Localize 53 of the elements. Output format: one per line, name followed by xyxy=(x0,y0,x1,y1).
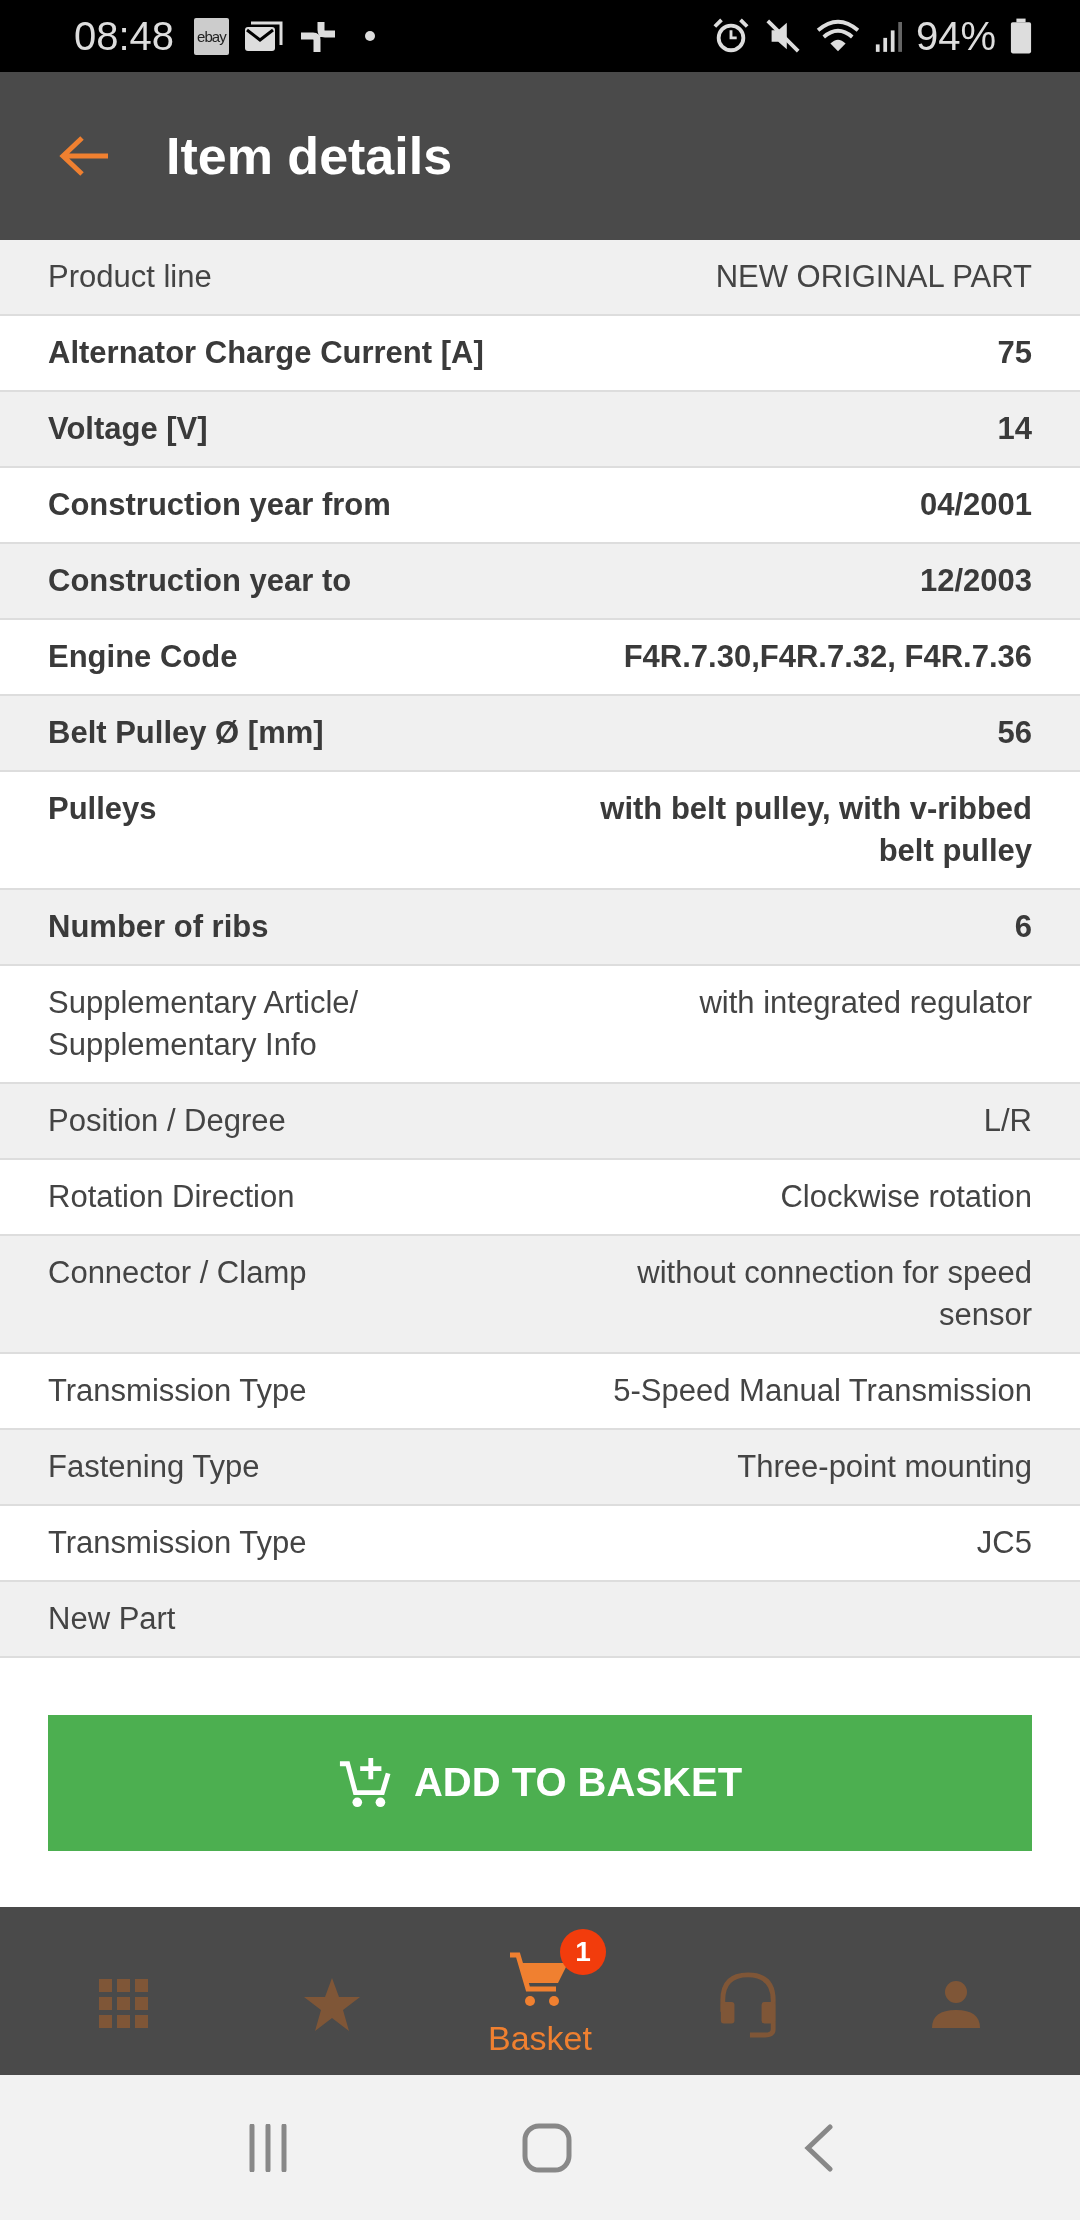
detail-value: 75 xyxy=(997,334,1032,372)
detail-label: Construction year to xyxy=(48,562,352,600)
detail-label: Rotation Direction xyxy=(48,1178,295,1216)
detail-label: New Part xyxy=(48,1600,176,1638)
detail-value: 14 xyxy=(997,410,1032,448)
detail-value: 56 xyxy=(997,714,1032,752)
page-title: Item details xyxy=(166,126,453,186)
add-to-cart-icon xyxy=(337,1755,392,1810)
detail-label: Voltage [V] xyxy=(48,410,208,448)
back-icon[interactable] xyxy=(804,2123,834,2172)
detail-label: Connector / Clamp xyxy=(48,1254,307,1292)
detail-value: Clockwise rotation xyxy=(780,1178,1032,1216)
back-arrow-icon[interactable] xyxy=(58,135,110,177)
detail-label: Fastening Type xyxy=(48,1448,260,1486)
star-icon xyxy=(302,1976,362,2032)
detail-value: without connection for speed sensor xyxy=(636,1254,1032,1334)
detail-label: Transmission Type xyxy=(48,1372,307,1410)
dot-icon xyxy=(364,31,375,41)
add-to-basket-button[interactable]: ADD TO BASKET xyxy=(48,1714,1032,1851)
tab-label: Basket xyxy=(488,2018,592,2058)
clock: 08:48 xyxy=(74,13,175,59)
detail-value: Three-point mounting xyxy=(737,1448,1032,1486)
battery-icon xyxy=(1010,17,1032,55)
grid-icon xyxy=(99,1979,149,2029)
detail-value: with integrated regulator xyxy=(699,984,1032,1022)
notification-badge: ebay xyxy=(194,17,229,55)
detail-value: 12/2003 xyxy=(919,562,1032,600)
detail-value: L/R xyxy=(983,1102,1032,1140)
detail-label: Supplementary Article/ Supplementary Info xyxy=(48,984,360,1064)
detail-value: 6 xyxy=(1014,908,1032,946)
detail-value: NEW ORIGINAL PART xyxy=(715,258,1032,296)
home-icon[interactable] xyxy=(522,2122,572,2173)
detail-value: F4R.7.30,F4R.7.32, F4R.7.36 xyxy=(623,638,1032,676)
detail-label: Transmission Type xyxy=(48,1524,307,1562)
detail-label: Position / Degree xyxy=(48,1102,286,1140)
detail-label: Alternator Charge Current [A] xyxy=(48,334,484,372)
cart-tab[interactable]: 1 Basket xyxy=(460,1924,620,2058)
detail-label: Construction year from xyxy=(48,486,391,524)
detail-label: Number of ribs xyxy=(48,908,269,946)
detail-value: with belt pulley, with v-ribbed belt pulley xyxy=(599,790,1032,870)
detail-value: 04/2001 xyxy=(919,486,1032,524)
detail-label: Pulleys xyxy=(48,790,157,828)
battery-percent: 94% xyxy=(915,13,996,59)
signal-icon xyxy=(873,20,902,52)
count-badge: 1 xyxy=(560,1928,606,1975)
detail-label: Product line xyxy=(48,258,212,296)
detail-label: Belt Pulley Ø [mm] xyxy=(48,714,324,752)
mail-icon xyxy=(242,19,283,53)
detail-value: JC5 xyxy=(976,1524,1032,1562)
alarm-icon xyxy=(711,17,750,55)
detail-value: 5-Speed Manual Transmission xyxy=(613,1372,1032,1410)
person-icon xyxy=(930,1978,982,2030)
detail-label: Engine Code xyxy=(48,638,238,676)
